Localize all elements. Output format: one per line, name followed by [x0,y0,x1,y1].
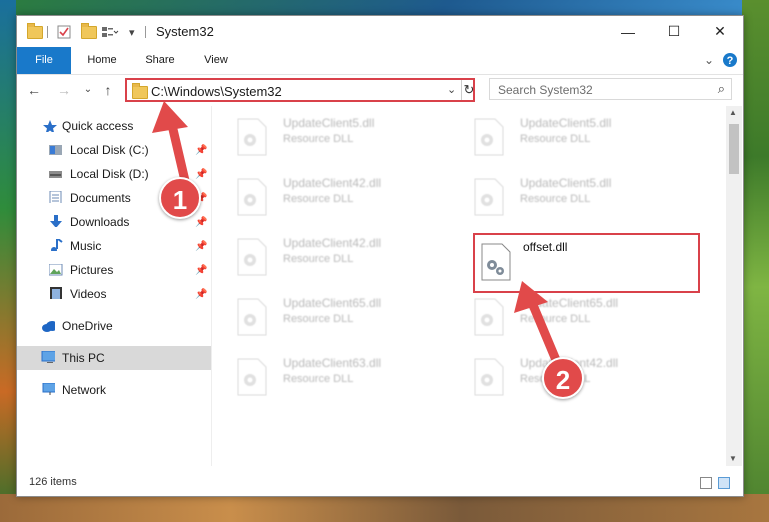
step-1-callout: 1 [159,177,201,219]
step-2-callout: 2 [542,357,584,399]
arrow-1 [152,101,191,190]
annotation-overlay [152,101,561,365]
arrow-2 [514,281,561,365]
